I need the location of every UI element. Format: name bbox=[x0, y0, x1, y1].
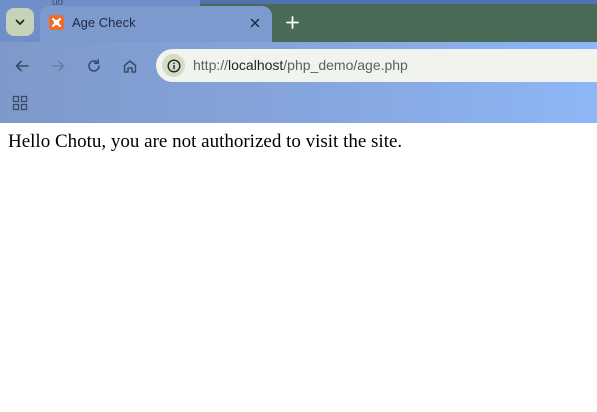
page-message: Hello Chotu, you are not authorized to v… bbox=[8, 131, 403, 152]
url-host: localhost bbox=[228, 57, 284, 73]
tab-strip: uo Age Check bbox=[0, 0, 597, 42]
plus-icon bbox=[285, 15, 299, 29]
browser-toolbar: http://localhost/php_demo/age.php bbox=[0, 42, 597, 123]
back-button[interactable] bbox=[10, 54, 34, 78]
forward-button[interactable] bbox=[46, 54, 70, 78]
arrow-right-icon bbox=[51, 60, 65, 72]
close-icon bbox=[250, 18, 260, 28]
tab-close-button[interactable] bbox=[245, 13, 265, 33]
reload-button[interactable] bbox=[82, 54, 106, 78]
apps-grid-icon bbox=[12, 95, 28, 111]
xampp-logo-icon bbox=[49, 15, 64, 30]
chevron-down-icon bbox=[15, 19, 25, 25]
tab-strip-top-band bbox=[200, 0, 597, 4]
arrow-left-icon bbox=[15, 60, 29, 72]
tab-search-button[interactable] bbox=[6, 8, 34, 36]
new-tab-button[interactable] bbox=[280, 10, 304, 34]
info-icon bbox=[166, 58, 181, 73]
url-scheme: http:// bbox=[193, 57, 229, 73]
url-text: http://localhost/php_demo/age.php bbox=[193, 57, 408, 73]
reload-icon bbox=[88, 59, 100, 72]
page-content: Hello Chotu, you are not authorized to v… bbox=[0, 123, 597, 412]
apps-button[interactable] bbox=[10, 93, 30, 113]
site-info-button[interactable] bbox=[162, 54, 185, 77]
home-icon bbox=[123, 60, 137, 73]
address-bar[interactable]: http://localhost/php_demo/age.php bbox=[156, 49, 597, 82]
tab-age-check[interactable]: Age Check bbox=[40, 6, 272, 42]
url-path: /php_demo/age.php bbox=[283, 57, 408, 73]
home-button[interactable] bbox=[118, 54, 142, 78]
tab-title: Age Check bbox=[72, 15, 136, 30]
